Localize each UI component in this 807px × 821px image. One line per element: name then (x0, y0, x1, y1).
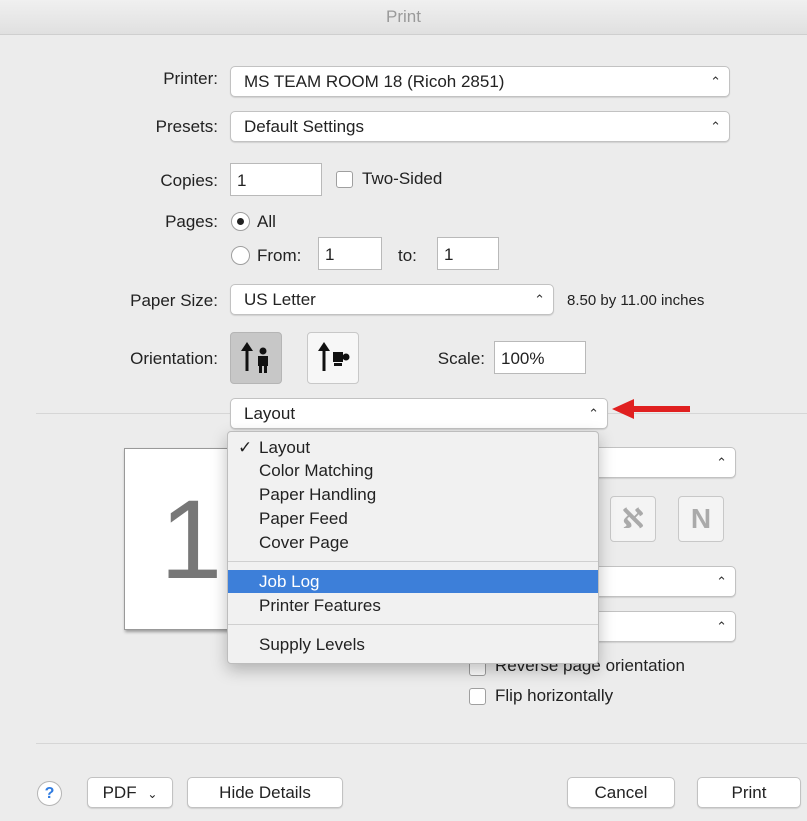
flip-horizontally-checkbox[interactable] (469, 688, 486, 705)
print-button[interactable]: Print (697, 777, 801, 808)
up-down-arrows-icon: ⌃ (710, 119, 721, 134)
paper-size-label: Paper Size: (130, 291, 218, 310)
menu-item-cover-page[interactable]: Cover Page (228, 531, 598, 554)
pages-to-field[interactable]: 1 (437, 237, 499, 270)
up-down-arrows-icon: ⌃ (716, 455, 727, 470)
paper-size-select[interactable]: US Letter ⌃ (230, 284, 554, 315)
checkmark-icon: ✓ (238, 438, 253, 457)
two-sided-label: Two-Sided (362, 169, 443, 188)
preview-page-number: 1 (160, 477, 223, 602)
pages-from-radio[interactable] (231, 246, 250, 265)
printer-value: MS TEAM ROOM 18 (Ricoh 2851) (244, 72, 505, 91)
copies-label: Copies: (160, 171, 218, 190)
two-sided-checkbox[interactable] (336, 171, 353, 188)
menu-item-paper-handling[interactable]: Paper Handling (228, 483, 598, 506)
presets-label: Presets: (155, 117, 218, 136)
orientation-landscape-button[interactable] (307, 332, 359, 384)
up-down-arrows-icon: ⌃ (716, 619, 727, 634)
pdf-menu-button[interactable]: PDF ⌄ (87, 777, 173, 808)
cancel-button[interactable]: Cancel (567, 777, 675, 808)
presets-select[interactable]: Default Settings ⌃ (230, 111, 730, 142)
menu-item-label: Supply Levels (259, 635, 365, 654)
pages-to-label: to: (398, 246, 417, 265)
menu-separator (228, 624, 598, 625)
separator (36, 743, 807, 744)
paper-dimensions: 8.50 by 11.00 inches (567, 292, 705, 309)
orientation-portrait-button[interactable] (230, 332, 282, 384)
chevron-down-icon: ⌄ (147, 787, 158, 801)
menu-item-layout[interactable]: ✓ Layout (228, 436, 598, 459)
flip-horizontally-label: Flip horizontally (495, 686, 614, 705)
menu-item-label: Color Matching (259, 461, 374, 480)
pages-from-label: From: (257, 246, 302, 265)
layout-direction-z-icon[interactable]: ℵ (610, 496, 656, 542)
pages-from-field[interactable]: 1 (318, 237, 382, 270)
menu-item-label: Layout (259, 438, 311, 457)
pages-all-radio[interactable] (231, 212, 250, 231)
menu-item-label: Cover Page (259, 533, 349, 552)
menu-item-supply-levels[interactable]: Supply Levels (228, 633, 598, 656)
presets-value: Default Settings (244, 117, 365, 136)
up-down-arrows-icon: ⌃ (588, 406, 599, 421)
menu-separator (228, 561, 598, 562)
menu-item-label: Printer Features (259, 596, 381, 615)
section-menu: ✓ Layout Color Matching Paper Handling P… (227, 431, 599, 664)
landscape-icon (318, 342, 350, 371)
menu-item-label: Paper Feed (259, 509, 348, 528)
pages-all-label: All (257, 212, 276, 231)
window-title: Print (0, 0, 807, 35)
paper-size-value: US Letter (244, 290, 316, 309)
menu-item-printer-features[interactable]: Printer Features (228, 594, 598, 617)
pdf-label: PDF (102, 783, 137, 802)
copies-field[interactable]: 1 (230, 163, 322, 196)
printer-label: Printer: (163, 69, 218, 88)
menu-item-label: Paper Handling (259, 485, 377, 504)
menu-item-job-log[interactable]: Job Log (228, 570, 598, 593)
menu-item-label: Job Log (259, 572, 320, 591)
help-button[interactable]: ? (37, 781, 62, 806)
section-value: Layout (244, 404, 296, 423)
menu-item-color-matching[interactable]: Color Matching (228, 459, 598, 482)
red-arrow-icon (612, 399, 690, 419)
up-down-arrows-icon: ⌃ (716, 574, 727, 589)
menu-item-paper-feed[interactable]: Paper Feed (228, 507, 598, 530)
portrait-icon (241, 342, 268, 373)
up-down-arrows-icon: ⌃︎ (710, 74, 721, 89)
section-select[interactable]: Layout ⌃ (230, 398, 608, 429)
hide-details-button[interactable]: Hide Details (187, 777, 343, 808)
up-down-arrows-icon: ⌃ (534, 292, 545, 307)
scale-field[interactable]: 100% (494, 341, 586, 374)
layout-direction-n-icon[interactable]: N (678, 496, 724, 542)
printer-select[interactable]: MS TEAM ROOM 18 (Ricoh 2851) ⌃︎ (230, 66, 730, 97)
pages-label: Pages: (165, 212, 218, 231)
scale-label: Scale: (437, 349, 485, 368)
orientation-label: Orientation: (130, 349, 218, 368)
